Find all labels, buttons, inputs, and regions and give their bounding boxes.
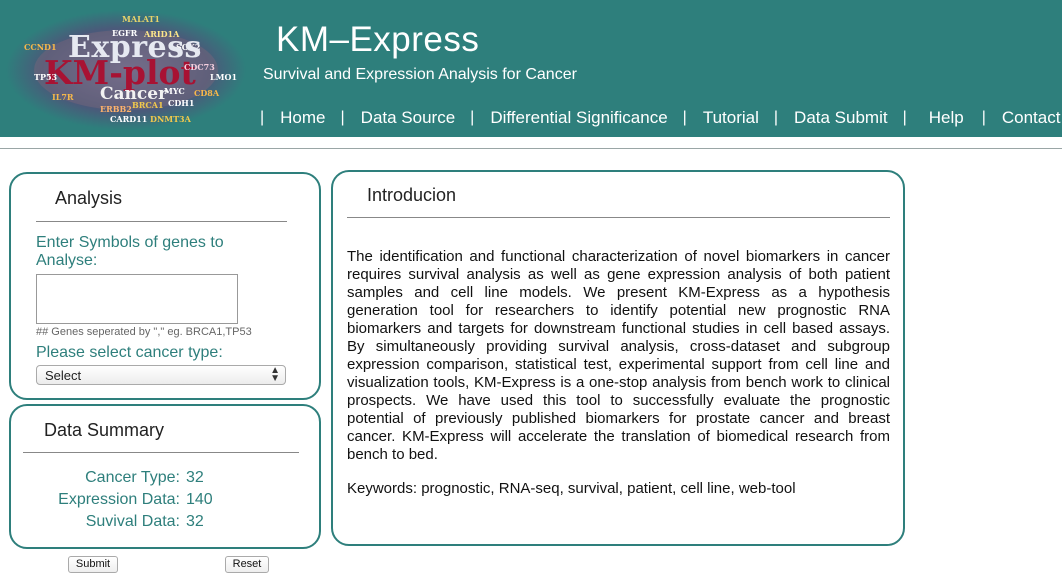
analysis-divider — [36, 221, 287, 222]
nav-home[interactable]: Home — [266, 108, 338, 128]
cancer-type-select[interactable]: Select ▲ ▼ — [36, 365, 286, 385]
nav-help[interactable]: Help — [909, 108, 980, 128]
reset-button[interactable]: Reset — [225, 556, 269, 573]
logo-word: CARD11 — [110, 114, 148, 124]
summary-value: 32 — [186, 469, 204, 486]
logo-word: LMO1 — [210, 72, 238, 82]
summary-row-survival-data: Suvival Data: 32 — [25, 513, 204, 531]
summary-value: 140 — [186, 491, 213, 508]
km-express-logo[interactable]: MALAT1 EGFR ARID1A CCND1 SOX2 Express KM… — [4, 8, 248, 132]
logo-word: TP53 — [34, 72, 58, 82]
logo-word: CDH1 — [168, 98, 195, 108]
nav-contact-us[interactable]: Contact us — [988, 108, 1062, 128]
nav-separator: | — [260, 109, 265, 126]
nav-separator: | — [773, 109, 779, 126]
summary-row-cancer-type: Cancer Type: 32 — [25, 469, 204, 487]
nav-separator: | — [902, 109, 907, 126]
introduction-divider — [347, 217, 890, 218]
submit-button[interactable]: Submit — [68, 556, 118, 573]
select-arrows-icon: ▲ ▼ — [270, 365, 280, 384]
logo-word: DNMT3A — [150, 114, 191, 124]
site-subtitle: Survival and Expression Analysis for Can… — [263, 66, 577, 83]
nav-differential-significance[interactable]: Differential Significance — [476, 108, 680, 128]
summary-label: Cancer Type: — [85, 469, 180, 486]
logo-word: CD8A — [194, 88, 220, 98]
gene-symbols-label: Enter Symbols of genes to Analyse: — [36, 234, 224, 269]
data-summary-divider — [23, 452, 299, 453]
nav-separator: | — [682, 109, 687, 126]
data-summary-panel: Data Summary Cancer Type: 32 Expression D… — [9, 404, 321, 549]
analysis-panel: Analysis Enter Symbols of genes to Analy… — [9, 172, 321, 400]
logo-word: CCND1 — [24, 42, 57, 52]
logo-word: IL7R — [52, 92, 74, 102]
cancer-type-selected-value: Select — [45, 368, 82, 383]
analysis-heading: Analysis — [55, 188, 123, 208]
logo-word: MYC — [164, 86, 185, 96]
nav-separator: | — [470, 109, 475, 126]
introduction-body: The identification and functional charac… — [347, 248, 890, 463]
introduction-heading: Introducion — [367, 185, 457, 205]
site-title: KM–Express — [276, 20, 480, 59]
summary-row-expression-data: Expression Data: 140 — [25, 491, 213, 509]
site-header: MALAT1 EGFR ARID1A CCND1 SOX2 Express KM… — [0, 0, 1062, 137]
logo-word: ERBB2 — [100, 104, 132, 114]
introduction-panel: Introducion The identification and funct… — [331, 170, 905, 546]
logo-word: BRCA1 — [132, 100, 164, 110]
data-summary-heading: Data Summary — [44, 420, 165, 440]
logo-word: MALAT1 — [122, 14, 160, 24]
nav-data-source[interactable]: Data Source — [347, 108, 469, 128]
gene-symbols-input[interactable] — [36, 274, 238, 324]
logo-word: CDC73 — [184, 62, 215, 72]
summary-label: Suvival Data: — [85, 513, 180, 530]
nav-data-submit[interactable]: Data Submit — [780, 108, 901, 128]
summary-value: 32 — [186, 513, 204, 530]
main-nav: | Home | Data Source | Differential Sign… — [258, 106, 1062, 130]
summary-label: Expression Data: — [58, 491, 180, 508]
cancer-type-label: Please select cancer type: — [36, 344, 223, 361]
nav-separator: | — [981, 109, 986, 126]
gene-input-hint: ## Genes seperated by "," eg. BRCA1,TP53 — [36, 326, 252, 338]
keywords-line: Keywords: prognostic, RNA-seq, survival,… — [347, 480, 796, 497]
nav-tutorial[interactable]: Tutorial — [689, 108, 772, 128]
header-divider — [0, 148, 1062, 149]
nav-separator: | — [340, 109, 345, 126]
